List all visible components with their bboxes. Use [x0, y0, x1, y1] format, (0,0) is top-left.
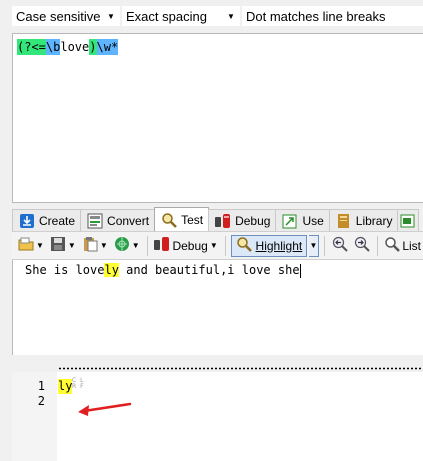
magnifier-icon [236, 236, 252, 255]
clipboard-icon [82, 236, 98, 255]
tab-label: Test [181, 212, 204, 227]
highlight-dropdown[interactable]: ▼ [309, 234, 319, 257]
chevron-down-icon[interactable] [36, 241, 44, 250]
next-match-button[interactable] [352, 235, 372, 257]
chevron-down-icon[interactable] [104, 8, 118, 24]
subject-line: She is lovely and beautiful,i love she [25, 263, 301, 278]
spacing-value: Exact spacing [126, 8, 207, 24]
convert-icon [87, 213, 103, 229]
grep-icon [400, 213, 416, 229]
case-sensitivity-value: Case sensitive [16, 8, 101, 24]
pane-splitter[interactable] [12, 355, 423, 365]
tab-overflow[interactable] [397, 209, 420, 231]
magnifier-icon [161, 212, 177, 228]
annotation-arrow-icon [78, 402, 132, 416]
debug-button[interactable]: Debug [152, 235, 219, 257]
regex-token: love [60, 39, 90, 55]
tab-label: Convert [107, 213, 150, 228]
subject-match: ly [104, 263, 119, 277]
library-icon [336, 213, 352, 229]
chevron-down-icon[interactable] [210, 241, 218, 250]
toolbar-divider [376, 235, 378, 256]
chevron-down-icon: ▼ [309, 241, 318, 250]
previous-match-button[interactable] [330, 235, 350, 257]
tab-test[interactable]: Test [154, 207, 210, 231]
open-button[interactable] [16, 235, 46, 257]
tab-label: Create [39, 213, 76, 228]
case-sensitivity-select[interactable]: Case sensitive [12, 6, 120, 26]
tab-library[interactable]: Library [328, 209, 399, 231]
tab-label: Debug [235, 213, 271, 228]
regex-token: (?<= [17, 39, 46, 55]
test-subject-editor[interactable]: She is lovely and beautiful,i love she [12, 260, 423, 355]
crlf-marker: C L R F [72, 378, 85, 390]
line-number: 1 [37, 379, 45, 393]
regex-token: ) [89, 39, 97, 55]
tab-create[interactable]: Create [12, 209, 82, 231]
highlight-button[interactable]: Highlight [230, 234, 308, 257]
toolbar-divider [224, 235, 226, 256]
options-bar: Case sensitive Exact spacing Dot matches… [0, 0, 423, 32]
regex-token: \b [45, 39, 61, 55]
chevron-down-icon[interactable] [132, 241, 140, 250]
chevron-down-icon[interactable] [100, 241, 108, 250]
spacing-select[interactable]: Exact spacing [122, 6, 240, 26]
web-button[interactable] [112, 235, 142, 257]
zoom-previous-icon [332, 236, 348, 255]
dot-mode-value: Dot matches line breaks [246, 8, 386, 24]
list-button[interactable]: List [382, 235, 423, 257]
line-number: 2 [37, 394, 45, 408]
highlight-button-label: Highlight [255, 238, 303, 253]
magnifier-icon [384, 236, 401, 255]
splitter-dots[interactable] [58, 367, 423, 370]
dot-mode-select[interactable]: Dot matches line breaks [242, 6, 423, 26]
toolbar-divider [323, 235, 325, 256]
tab-bar: Create Convert Test Debug Use Library [12, 207, 423, 231]
regex-line: (?<= \b love ) \w* [17, 39, 119, 55]
zoom-next-icon [354, 236, 370, 255]
list-button-label: List [402, 238, 422, 253]
subject-text-after: and beautiful,i love she [118, 263, 300, 277]
line-number-gutter: 1 2 [12, 372, 57, 461]
tab-label: Use [302, 213, 324, 228]
regex-token: \w* [96, 39, 119, 55]
tab-debug[interactable]: Debug [208, 209, 277, 231]
save-button[interactable] [48, 235, 78, 257]
tab-label: Library [355, 213, 393, 228]
folder-icon [18, 236, 34, 255]
crlf-marker-bottom: R F [72, 383, 85, 390]
bug-icon [215, 213, 231, 229]
test-toolbar: Debug Highlight ▼ List [12, 231, 423, 260]
bug-icon [154, 236, 170, 255]
debug-button-label: Debug [172, 238, 208, 253]
result-match: ly [58, 379, 73, 394]
save-icon [50, 236, 66, 255]
use-icon [282, 213, 298, 229]
chevron-down-icon[interactable] [68, 241, 76, 250]
text-caret [299, 263, 301, 278]
paste-button[interactable] [80, 235, 110, 257]
chevron-down-icon[interactable] [224, 8, 238, 24]
subject-text-before: She is love [25, 263, 105, 277]
regex-editor[interactable]: (?<= \b love ) \w* [12, 33, 423, 203]
tab-convert[interactable]: Convert [80, 209, 156, 231]
toolbar-divider [146, 235, 148, 256]
tab-use[interactable]: Use [275, 209, 330, 231]
globe-icon [114, 236, 130, 255]
download-icon [19, 213, 35, 229]
